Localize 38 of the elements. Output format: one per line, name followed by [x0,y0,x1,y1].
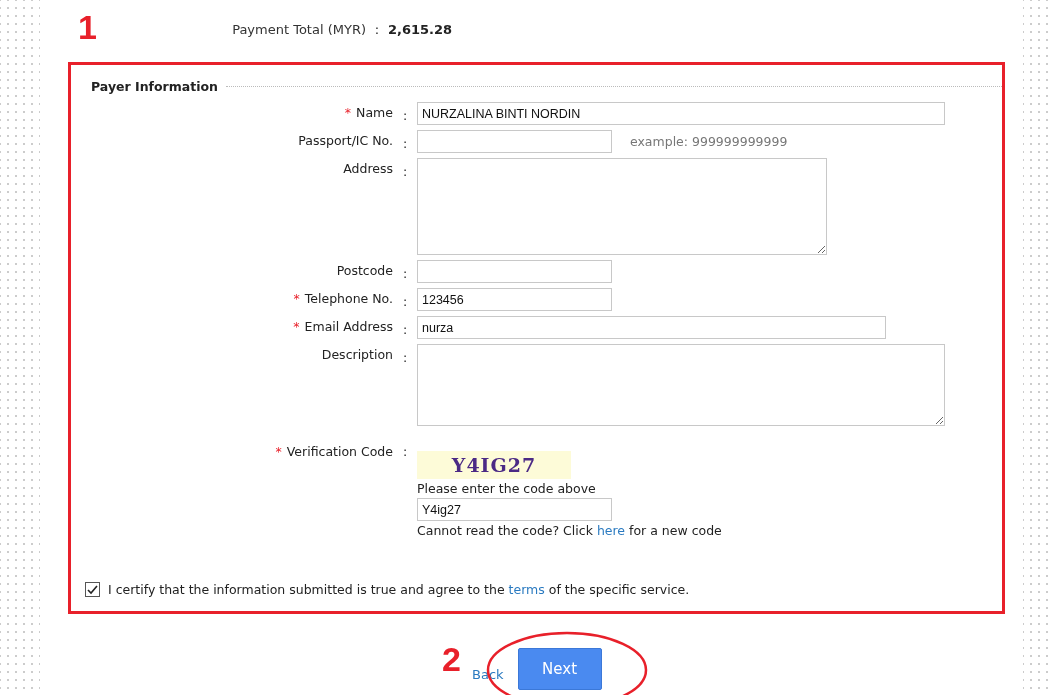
terms-link[interactable]: terms [508,582,545,597]
text-field[interactable]: NURZALINA BINTI NORDIN [417,102,945,125]
field-hint: example: 999999999999 [630,134,788,149]
captcha-refresh-text: Cannot read the code? Click here for a new code [417,523,722,538]
field-label: * Email Address [292,318,393,336]
field-label: Address [342,160,393,178]
text-field[interactable] [417,260,612,283]
colon: : [401,443,409,461]
annotation-number: 1 [78,8,97,47]
text-field[interactable] [417,130,612,153]
annotation-number: 2 [442,640,461,679]
colon: : [401,349,409,367]
captcha-instruction: Please enter the code above [417,481,596,496]
text-field[interactable]: 123456 [417,288,612,311]
field-label: Description [320,346,393,364]
payment-total-value: 2,615.28 [388,21,453,37]
section-legend: Payer Information [71,79,226,94]
colon: : [401,293,409,311]
text-field[interactable]: Y4ig27 [417,498,612,521]
colon: : [373,21,381,37]
field-label: * Name [343,104,393,122]
colon: : [401,135,409,153]
text-area[interactable] [417,344,945,426]
field-label: * Verification Code [274,443,393,461]
field-label: * Telephone No. [292,290,393,308]
checkbox[interactable] [85,582,100,597]
field-label: Passport/IC No. [297,132,393,150]
colon: : [401,321,409,339]
refresh-link[interactable]: here [596,523,626,538]
captcha-image: Y4IG27 [417,451,571,479]
text-area[interactable] [417,158,827,255]
certify-text: I certify that the information submitted is true and agree to the terms of the specific service. [108,582,690,597]
colon: : [401,163,409,181]
payment-total-label: Payment Total (MYR) [231,21,366,37]
field-label: Postcode [335,262,393,280]
colon: : [401,107,409,125]
text-field[interactable]: nurza [417,316,886,339]
colon: : [401,265,409,283]
